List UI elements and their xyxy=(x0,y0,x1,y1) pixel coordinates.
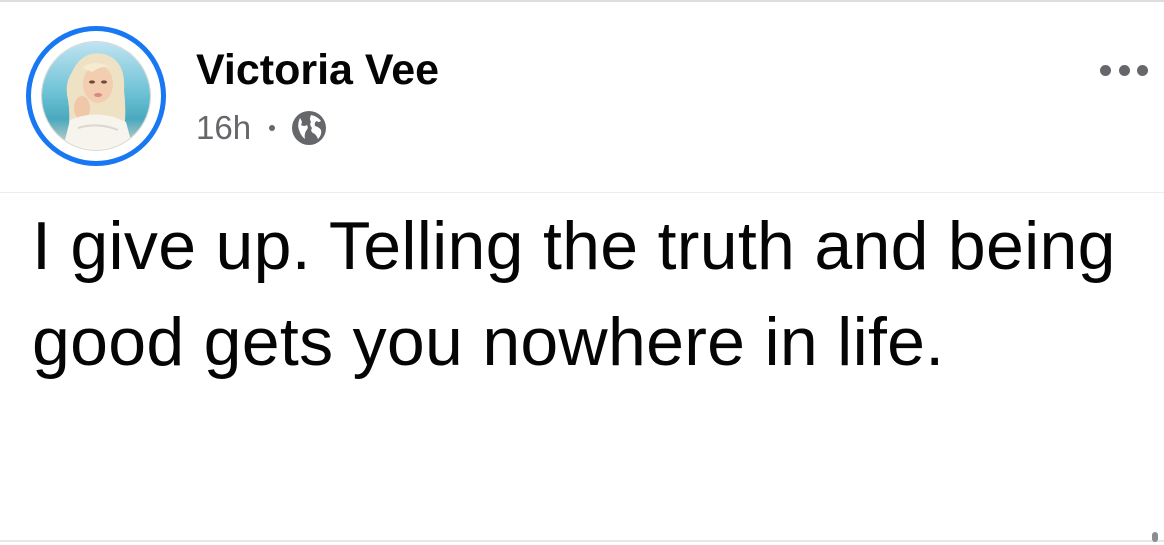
post-meta: 16h xyxy=(196,106,327,150)
avatar-photo xyxy=(41,41,151,151)
separator-dot xyxy=(269,125,276,131)
bottom-divider xyxy=(0,540,1164,542)
author-name[interactable]: Victoria Vee xyxy=(196,46,439,95)
header-divider xyxy=(0,192,1164,193)
more-options-icon xyxy=(1100,64,1111,76)
post-card: Victoria Vee 16h I give up. Telling the … xyxy=(0,0,1164,545)
avatar[interactable] xyxy=(26,26,166,166)
top-divider xyxy=(0,0,1164,2)
post-text: I give up. Telling the truth and being g… xyxy=(32,208,1116,380)
more-options-button[interactable] xyxy=(1094,54,1154,86)
globe-icon[interactable] xyxy=(291,110,327,146)
timestamp[interactable]: 16h xyxy=(196,109,251,147)
more-options-icon-dot xyxy=(1137,64,1148,76)
scrollbar-thumb[interactable] xyxy=(1152,532,1158,542)
more-options-icon-dot xyxy=(1118,64,1130,76)
